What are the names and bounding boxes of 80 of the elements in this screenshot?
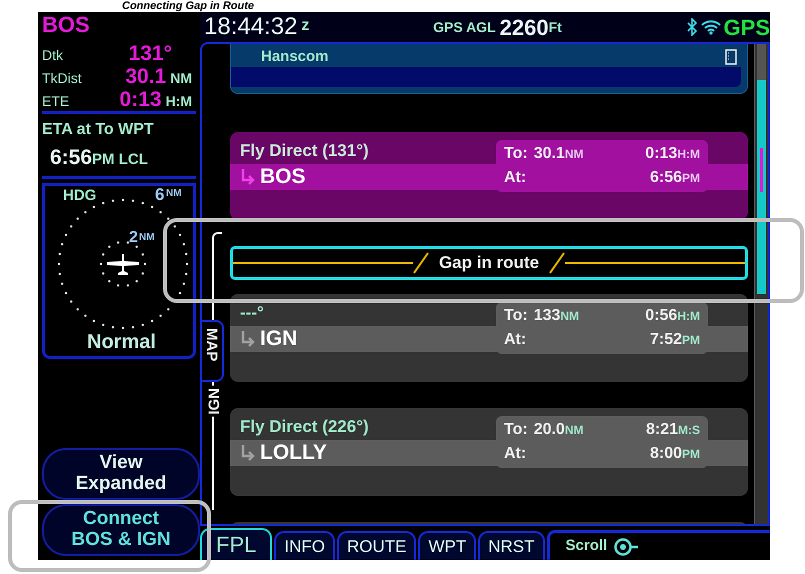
eta-unit: PM (682, 171, 700, 185)
tab[interactable]: ROUTE (336, 530, 416, 560)
tab[interactable]: FPL (200, 528, 272, 560)
wifi-icon (700, 19, 721, 35)
break-mark-icon (412, 252, 429, 274)
distance-value: 20.0 (534, 421, 565, 438)
distance-unit: NM (564, 147, 584, 161)
to-label: To: (504, 144, 528, 164)
clock-zone: z (301, 16, 310, 36)
gap-label: Gap in route (438, 252, 540, 274)
at-label: At: (504, 330, 528, 350)
bluetooth-icon (686, 18, 698, 36)
time-value: 0:56 (645, 307, 678, 324)
gps-status: GPS (724, 14, 770, 42)
field-label: ETE (42, 92, 70, 111)
distance-value: 30.1 (534, 145, 565, 162)
field-value: 30.1 (125, 64, 166, 90)
eta-label: ETA at To WPT (42, 120, 155, 140)
range-value: 2 (129, 230, 138, 246)
field-value: 0:13 (120, 87, 162, 113)
map-tab[interactable]: MAP (202, 320, 224, 382)
agl-label: GPS AGL (433, 18, 496, 36)
tab[interactable]: NRST (478, 530, 545, 560)
waypoint-card[interactable]: Fly Direct (226°) LOLLY To: 20.0NM 8:21M:S At: 8:00PM (230, 408, 748, 496)
turn-arrow-icon (240, 168, 256, 186)
clock-time: 18:44:32 (204, 12, 298, 42)
field-label: TkDist (42, 69, 82, 88)
tab[interactable]: WPT (418, 530, 476, 560)
map-mode: Normal (87, 332, 156, 352)
leg-title: Fly Direct (226°) (239, 416, 369, 438)
time-unit: M:S (678, 423, 700, 437)
at-label: At: (504, 444, 528, 464)
field-unit: H:M (166, 92, 192, 111)
distance-unit: NM (564, 423, 584, 437)
connect-button[interactable]: Connect BOS & IGN (42, 504, 200, 556)
waypoint-name: IGN (260, 326, 298, 352)
to-label: To: (504, 306, 528, 326)
view-button[interactable]: View Expanded (42, 448, 200, 500)
scroll-hint: Scroll (566, 536, 608, 556)
distance-value: 133 (534, 307, 560, 324)
field-value: 131° (128, 41, 172, 67)
eta-value: 6:56 (650, 169, 682, 186)
time-unit: H:M (677, 147, 700, 161)
airport-name: Hanscom (261, 46, 329, 67)
range-unit: NM (139, 232, 155, 242)
eta-unit: PM (682, 333, 700, 347)
field-label: Dtk (42, 46, 63, 65)
eta-suffix: PM LCL (92, 150, 148, 170)
time-value: 8:21 (646, 421, 678, 438)
at-label: At: (504, 168, 528, 188)
distance-unit: NM (560, 309, 580, 323)
eta-unit: PM (682, 447, 700, 461)
position-marker (760, 148, 763, 192)
waypoint-card[interactable]: Fly Direct (131°) BOS To: 30.1NM 0:13H:M At: 6:56PM (230, 132, 748, 220)
turn-arrow-icon (240, 330, 256, 348)
figure-caption: Connecting Gap in Route (121, 0, 255, 12)
airplane-icon (105, 252, 141, 276)
range-unit: NM (166, 188, 182, 198)
agl-unit: Ft (548, 18, 562, 36)
turn-arrow-icon (240, 444, 256, 462)
eta-value: 7:52 (650, 331, 682, 348)
time-value: 0:13 (645, 145, 678, 162)
break-mark-icon (549, 252, 566, 274)
leg-title: Fly Direct (131°) (239, 140, 369, 162)
field-unit: NM (170, 69, 192, 88)
knob-icon (613, 536, 640, 556)
waypoint-id: BOS (42, 12, 91, 38)
eta-value: 8:00 (650, 445, 682, 462)
tab[interactable]: INFO (274, 530, 335, 560)
agl-value: 2260 (500, 14, 549, 42)
eta-time: 6:56 (50, 145, 92, 171)
range-value: 6 (155, 186, 164, 202)
time-unit: H:M (677, 309, 700, 323)
to-label: To: (504, 420, 528, 440)
document-icon (725, 49, 737, 65)
waypoint-name: BOS (260, 164, 306, 190)
waypoint-card[interactable]: ---° IGN To: 133NM 0:56H:M At: 7:52PM (230, 294, 748, 382)
waypoint-name: LOLLY (260, 440, 327, 466)
leg-title: ---° (239, 302, 264, 324)
heading-mode: HDG (63, 188, 96, 202)
